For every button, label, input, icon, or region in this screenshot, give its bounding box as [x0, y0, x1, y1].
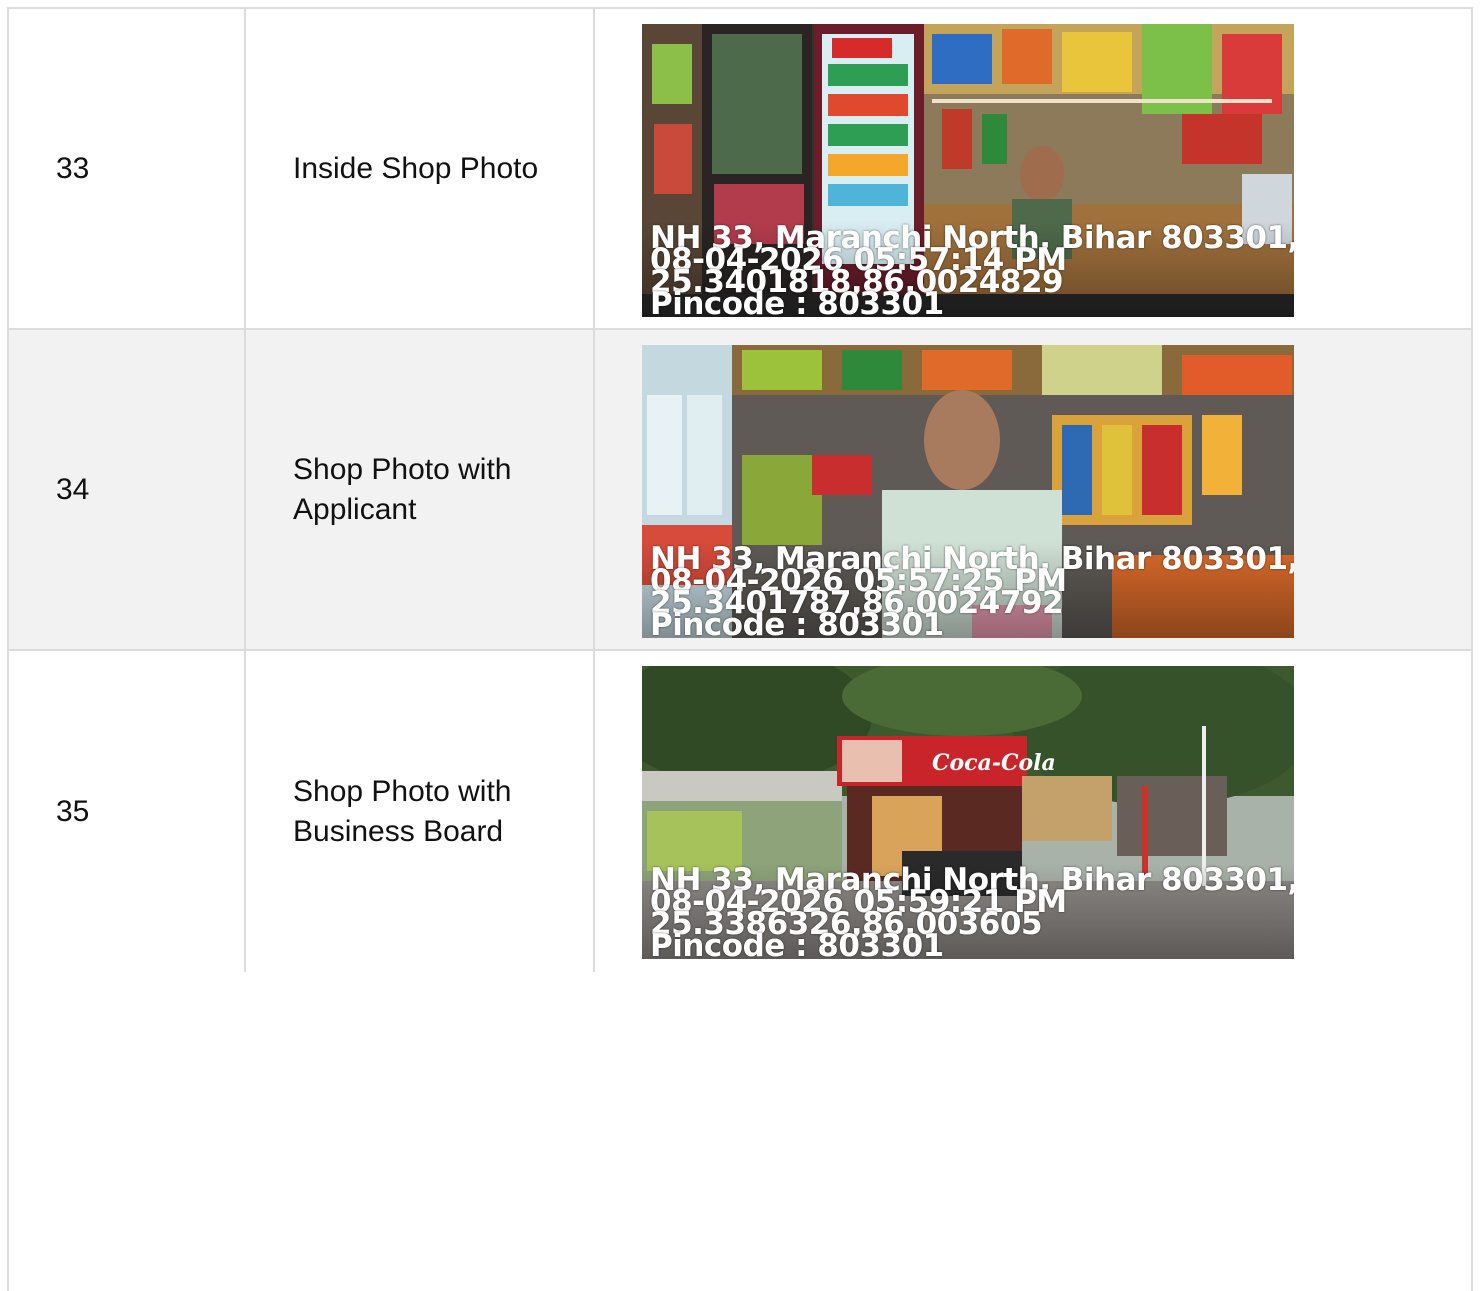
table-row: 33 Inside Shop Photo NH 33, Maranchi Nor…	[7, 9, 1473, 330]
photo-table: 33 Inside Shop Photo NH 33, Maranchi Nor…	[7, 7, 1473, 1291]
geo-stamp: NH 33, Maranchi North, Bihar 803301, ...…	[650, 865, 1294, 960]
table-row: 34 Shop Photo with Applicant NH 33, Mara…	[7, 330, 1473, 651]
shop-board-photo[interactable]: Coca-Cola NH 33, Maranchi North, Bihar 8…	[642, 666, 1294, 959]
row-label: Shop Photo with Business Board	[246, 651, 595, 972]
row-number: 35	[9, 651, 246, 972]
coca-cola-board-text: Coca-Cola	[932, 750, 1056, 776]
photo-cell: Coca-Cola NH 33, Maranchi North, Bihar 8…	[595, 651, 1473, 1291]
row-number: 33	[9, 9, 246, 328]
row-number: 34	[9, 330, 246, 649]
photo-cell: NH 33, Maranchi North, Bihar 803301, ...…	[595, 9, 1473, 328]
row-label: Shop Photo with Applicant	[246, 330, 595, 649]
row-label: Inside Shop Photo	[246, 9, 595, 328]
shop-applicant-photo[interactable]: NH 33, Maranchi North, Bihar 803301, ...…	[642, 345, 1294, 638]
shop-interior-photo[interactable]: NH 33, Maranchi North, Bihar 803301, ...…	[642, 24, 1294, 317]
geo-stamp: NH 33, Maranchi North, Bihar 803301, ...…	[650, 544, 1294, 639]
photo-cell: NH 33, Maranchi North, Bihar 803301, ...…	[595, 330, 1473, 649]
geo-stamp: NH 33, Maranchi North, Bihar 803301, ...…	[650, 223, 1294, 318]
table-row: 35 Shop Photo with Business Board Coca-C…	[7, 651, 1473, 1291]
